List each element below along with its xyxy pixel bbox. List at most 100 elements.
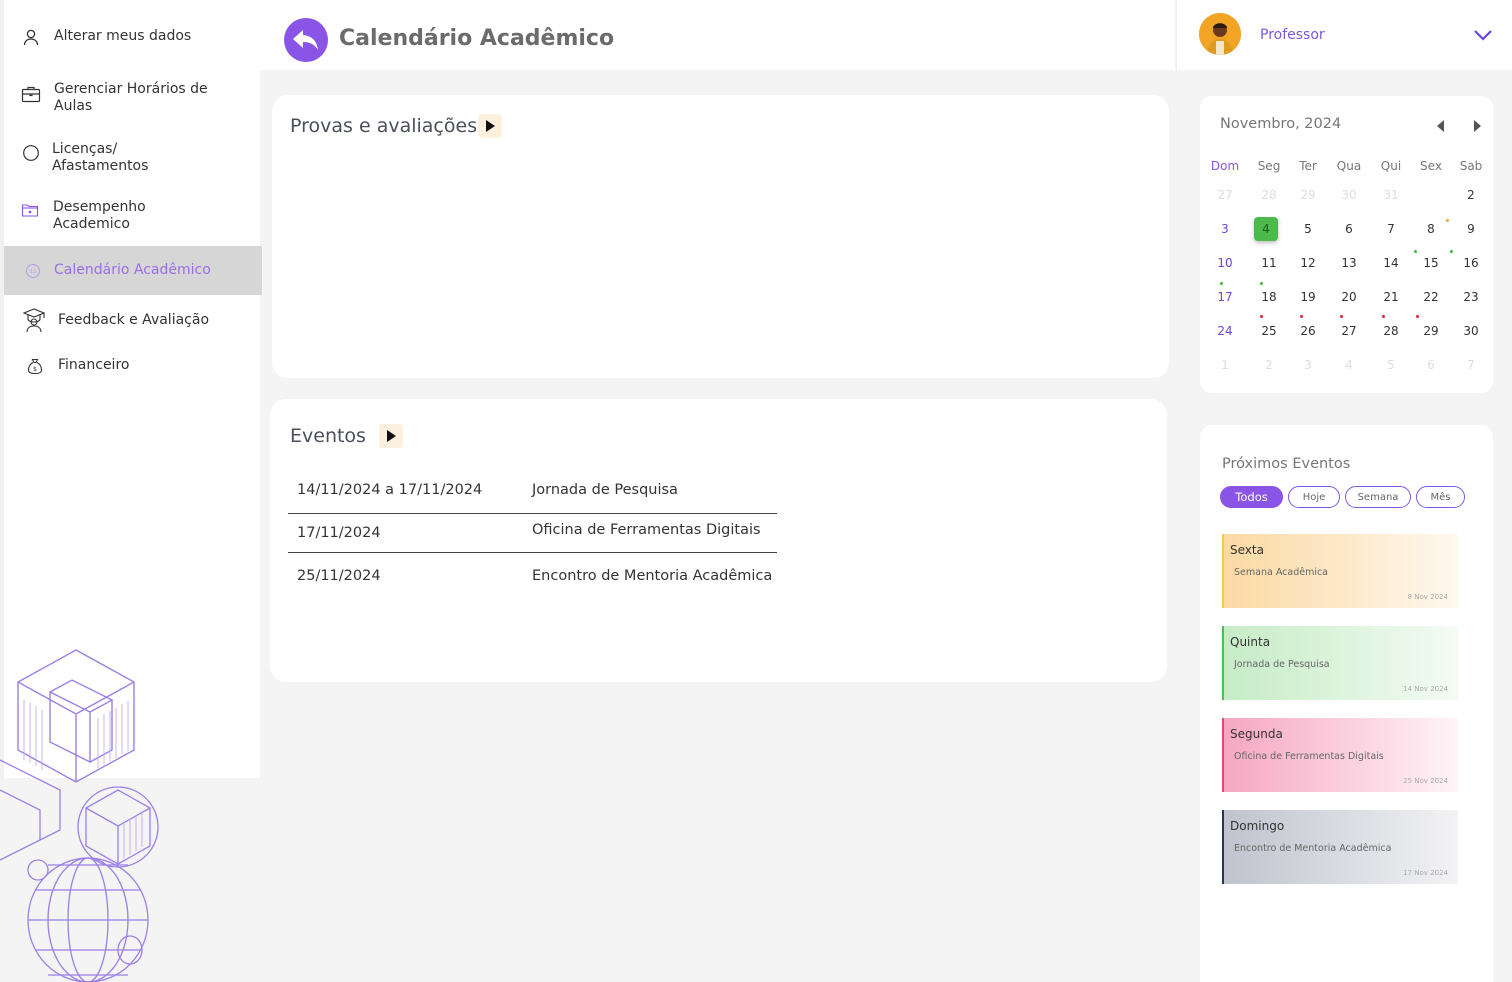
event-marker-dot — [1260, 282, 1263, 285]
filter-mes[interactable]: Mês — [1416, 486, 1465, 508]
sidebar-item-label: Alterar meus dados — [54, 28, 192, 44]
sidebar-item-horarios[interactable]: Gerenciar Horários de Aulas — [4, 81, 262, 115]
calendar-day[interactable]: 28 — [1254, 183, 1284, 207]
calendar-day[interactable]: 5 — [1376, 353, 1406, 377]
event-name: Encontro de Mentoria Acadêmica — [1234, 843, 1392, 854]
calendar-day[interactable]: 25 — [1254, 319, 1284, 343]
upcoming-event-card[interactable]: Domingo Encontro de Mentoria Acadêmica 1… — [1222, 810, 1458, 884]
calendar-day-today[interactable]: 4 — [1254, 217, 1278, 241]
calendar-day[interactable]: 29 — [1416, 319, 1446, 343]
profile-menu[interactable]: Professor — [1176, 0, 1512, 70]
event-date: 8 Nov 2024 — [1407, 593, 1448, 601]
event-date: 25/11/2024 — [297, 568, 381, 584]
decorative-geometry-illustration — [0, 649, 159, 982]
upcoming-event-card[interactable]: Quinta Jornada de Pesquisa 14 Nov 2024 — [1222, 626, 1458, 700]
sidebar-item-licencas[interactable]: Licenças/ Afastamentos — [4, 141, 262, 175]
calendar-day[interactable]: 3 — [1210, 217, 1240, 241]
back-button[interactable] — [284, 18, 328, 62]
upcoming-event-card[interactable]: Sexta Semana Acadêmica 8 Nov 2024 — [1222, 534, 1458, 608]
calendar-day[interactable]: 5 — [1293, 217, 1323, 241]
sidebar-item-label: Licenças/ Afastamentos — [52, 141, 149, 174]
calendar-day[interactable]: 3 — [1293, 353, 1323, 377]
calendar-day[interactable]: 6 — [1334, 217, 1364, 241]
sidebar-item-desempenho[interactable]: Desempenho Academico — [4, 199, 262, 233]
sidebar-item-label: Gerenciar Horários de Aulas — [54, 81, 208, 114]
event-name: Encontro de Mentoria Acadêmica — [532, 568, 773, 584]
event-marker-dot — [1220, 282, 1223, 285]
calendar-day[interactable]: 12 — [1293, 251, 1323, 275]
calendar-day[interactable]: 29 — [1293, 183, 1323, 207]
sidebar-item-calendario[interactable]: 12 Calendário Acadêmico — [4, 246, 262, 295]
calendar-day[interactable]: 8 — [1416, 217, 1446, 241]
calendar-day[interactable]: 18 — [1254, 285, 1284, 309]
sidebar-item-label: Desempenho Academico — [53, 199, 146, 232]
sidebar-item-label: Calendário Acadêmico — [54, 262, 211, 278]
event-name: Oficina de Ferramentas Digitais — [532, 522, 761, 538]
sidebar-item-label: Feedback e Avaliação — [58, 312, 210, 328]
play-icon — [486, 120, 495, 132]
eventos-expand-button[interactable] — [379, 424, 403, 448]
event-weekday: Domingo — [1230, 819, 1285, 833]
weekday-header: Sex — [1420, 159, 1442, 173]
calendar-day[interactable]: 16 — [1456, 251, 1486, 275]
weekday-header: Ter — [1299, 159, 1317, 173]
calendar-day[interactable]: 6 — [1416, 353, 1446, 377]
calendar-day[interactable]: 2 — [1456, 183, 1486, 207]
money-bag-icon: $ — [24, 355, 46, 377]
calendar-day[interactable]: 9 — [1456, 217, 1486, 241]
calendar-day[interactable]: 15 — [1416, 251, 1446, 275]
sidebar-item-financeiro[interactable]: $ Financeiro — [4, 355, 262, 377]
sidebar-item-alterar-dados[interactable]: Alterar meus dados — [4, 26, 262, 48]
calendar-day[interactable]: 23 — [1456, 285, 1486, 309]
eventos-title: Eventos — [290, 425, 366, 447]
filter-todos[interactable]: Todos — [1220, 486, 1283, 508]
calendar-badge-icon: 12 — [22, 260, 44, 282]
filter-semana[interactable]: Semana — [1345, 486, 1411, 508]
next-month-icon[interactable] — [1472, 120, 1482, 132]
chevron-down-icon[interactable] — [1473, 28, 1493, 42]
avatar — [1199, 13, 1241, 55]
calendar-day[interactable]: 7 — [1456, 353, 1486, 377]
calendar-day[interactable]: 24 — [1210, 319, 1240, 343]
upcoming-event-card[interactable]: Segunda Oficina de Ferramentas Digitais … — [1222, 718, 1458, 792]
user-icon — [20, 26, 42, 48]
prev-month-icon[interactable] — [1436, 120, 1446, 132]
calendar-day[interactable]: 26 — [1293, 319, 1323, 343]
eventos-card: Eventos 14/11/2024 a 17/11/2024 Jornada … — [270, 399, 1167, 682]
event-date: 17/11/2024 — [297, 525, 381, 541]
sidebar-item-feedback[interactable]: Feedback e Avaliação — [4, 307, 262, 333]
calendar-day[interactable]: 19 — [1293, 285, 1323, 309]
calendar-day[interactable]: 27 — [1334, 319, 1364, 343]
calendar-day[interactable]: 31 — [1376, 183, 1406, 207]
calendar-day[interactable]: 4 — [1334, 353, 1364, 377]
weekday-header: Qua — [1336, 159, 1362, 173]
calendar-day[interactable]: 30 — [1334, 183, 1364, 207]
calendar-day[interactable]: 14 — [1376, 251, 1406, 275]
calendar-day[interactable] — [1416, 183, 1446, 207]
provas-card: Provas e avaliações — [272, 95, 1169, 378]
event-marker-dot — [1382, 315, 1385, 318]
calendar-day[interactable]: 11 — [1254, 251, 1284, 275]
filter-hoje[interactable]: Hoje — [1288, 486, 1340, 508]
calendar-day[interactable]: 10 — [1210, 251, 1240, 275]
calendar-day[interactable]: 21 — [1376, 285, 1406, 309]
page-title: Calendário Acadêmico — [339, 26, 615, 51]
svg-text:$: $ — [33, 366, 37, 373]
calendar-day[interactable]: 22 — [1416, 285, 1446, 309]
page-header: Calendário Acadêmico — [260, 0, 1175, 70]
event-name: Semana Acadêmica — [1234, 567, 1329, 578]
event-date: 25 Nov 2024 — [1403, 777, 1448, 785]
calendar-day[interactable]: 17 — [1210, 285, 1240, 309]
calendar-day[interactable]: 30 — [1456, 319, 1486, 343]
calendar-day[interactable]: 7 — [1376, 217, 1406, 241]
calendar-day[interactable]: 1 — [1210, 353, 1240, 377]
weekday-header: Dom — [1210, 159, 1240, 173]
upcoming-title: Próximos Eventos — [1222, 456, 1351, 472]
calendar-day[interactable]: 20 — [1334, 285, 1364, 309]
provas-expand-button[interactable] — [478, 114, 502, 138]
calendar-day[interactable]: 13 — [1334, 251, 1364, 275]
event-marker-dot — [1446, 219, 1449, 222]
calendar-day[interactable]: 2 — [1254, 353, 1284, 377]
calendar-day[interactable]: 28 — [1376, 319, 1406, 343]
calendar-day[interactable]: 27 — [1210, 183, 1240, 207]
